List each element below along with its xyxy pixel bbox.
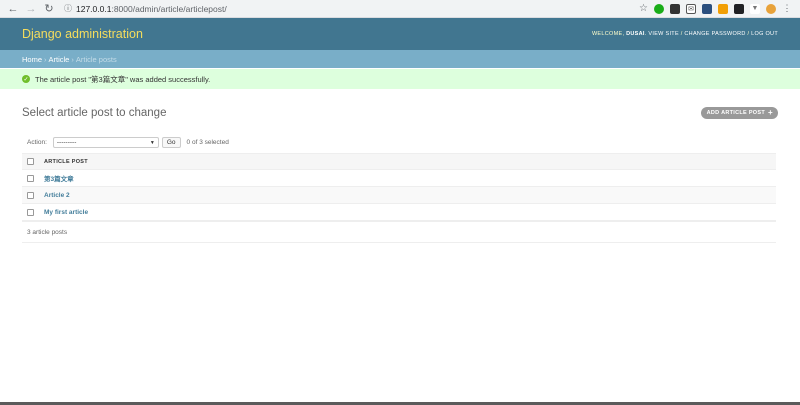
separator: / [747, 31, 750, 37]
breadcrumb-home[interactable]: Home [22, 55, 42, 64]
column-header-article-post[interactable]: ARTICLE POST [44, 159, 88, 165]
screen-extension-icon[interactable] [702, 3, 712, 14]
actions-bar: Action: --------- ▼ Go 0 of 3 selected [27, 137, 778, 148]
plus-icon: + [768, 108, 773, 117]
extension-icons: ☆ ✉ ▼ ⋮ [639, 3, 792, 14]
checkmark-icon: ✓ [22, 75, 30, 83]
browser-toolbar: ← → ↻ ⓘ 127.0.0.1:8000/admin/article/art… [0, 0, 800, 18]
action-select-value: --------- [56, 139, 77, 146]
username: DUSAI [626, 31, 645, 37]
success-message-text: The article post "第3篇文章" was added succe… [35, 74, 211, 84]
add-article-post-button[interactable]: ADD ARTICLE POST + [700, 107, 778, 119]
add-button-label: ADD ARTICLE POST [706, 110, 766, 116]
back-icon[interactable]: ← [6, 2, 20, 16]
url-path: :8000/admin/article/articlepost/ [111, 3, 227, 14]
go-button[interactable]: Go [161, 137, 181, 148]
content-header: Select article post to change ADD ARTICL… [22, 107, 778, 119]
breadcrumb-separator: › [44, 54, 47, 64]
vue-extension-icon[interactable]: ▼ [750, 3, 760, 14]
admin-header: Django administration WELCOME, DUSAI. VI… [0, 18, 800, 50]
welcome-text: WELCOME, [591, 31, 625, 37]
breadcrumb-current: Article posts [75, 54, 117, 64]
breadcrumb-separator: › [71, 54, 74, 64]
forward-icon[interactable]: → [24, 2, 38, 16]
row-checkbox[interactable] [27, 208, 34, 216]
table-row: Article 2 [22, 187, 776, 204]
mail-extension-icon[interactable]: ✉ [686, 3, 696, 14]
star-icon[interactable]: ☆ [639, 3, 648, 14]
change-password-link[interactable]: CHANGE PASSWORD [684, 31, 745, 37]
reload-icon[interactable]: ↻ [42, 2, 56, 16]
user-tools: WELCOME, DUSAI. VIEW SITE / CHANGE PASSW… [591, 31, 778, 37]
info-icon[interactable]: ⓘ [64, 3, 72, 14]
breadcrumb-article[interactable]: Article [49, 55, 70, 64]
results-table: ARTICLE POST 第3篇文章 Article 2 My first ar… [22, 153, 776, 221]
main-content: Select article post to change ADD ARTICL… [0, 107, 800, 243]
row-checkbox[interactable] [27, 174, 34, 182]
article-link[interactable]: My first article [44, 209, 88, 216]
success-message: ✓ The article post "第3篇文章" was added suc… [0, 69, 800, 89]
select-all-checkbox[interactable] [27, 158, 34, 165]
address-bar[interactable]: ⓘ 127.0.0.1:8000/admin/article/articlepo… [60, 2, 639, 16]
site-branding[interactable]: Django administration [22, 27, 143, 41]
breadcrumb: Home › Article › Article posts [0, 50, 800, 68]
wechat-extension-icon[interactable] [654, 3, 664, 14]
profile-avatar-icon[interactable] [766, 3, 776, 14]
separator: / [680, 31, 683, 37]
url-host: 127.0.0.1 [76, 3, 112, 14]
action-select[interactable]: --------- ▼ [52, 137, 159, 148]
evernote-extension-icon[interactable] [670, 3, 680, 14]
table-header-row: ARTICLE POST [22, 153, 776, 170]
article-link[interactable]: 第3篇文章 [44, 173, 74, 183]
rss-extension-icon[interactable] [718, 3, 728, 14]
page-title: Select article post to change [22, 107, 167, 119]
selection-counter: 0 of 3 selected [186, 139, 229, 146]
paginator: 3 article posts [22, 221, 776, 243]
menu-dots-icon[interactable]: ⋮ [782, 3, 792, 14]
view-site-link[interactable]: VIEW SITE [648, 31, 679, 37]
log-out-link[interactable]: LOG OUT [751, 31, 778, 37]
table-row: 第3篇文章 [22, 170, 776, 187]
tab-extension-icon[interactable] [734, 3, 744, 14]
article-link[interactable]: Article 2 [44, 192, 70, 199]
chevron-down-icon: ▼ [149, 139, 155, 146]
action-label: Action: [27, 139, 47, 146]
table-row: My first article [22, 204, 776, 221]
row-checkbox[interactable] [27, 191, 34, 199]
